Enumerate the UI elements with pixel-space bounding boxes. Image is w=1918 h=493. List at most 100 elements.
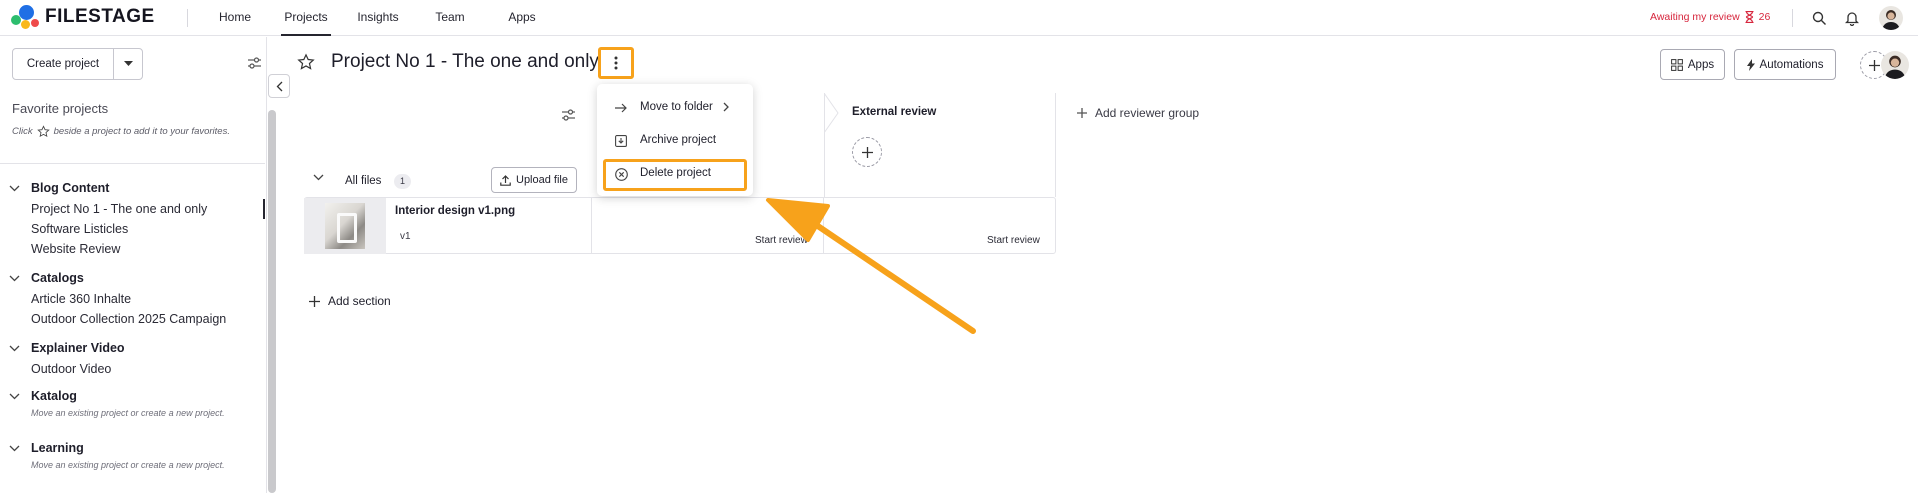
folder-learning: Learning Move an existing project or cre… <box>0 441 265 470</box>
sidebar-filter-icon[interactable] <box>247 56 263 72</box>
add-reviewer-button[interactable] <box>852 137 882 167</box>
add-section-label: Add section <box>328 294 391 308</box>
add-reviewer-group-button[interactable]: Add reviewer group <box>1077 106 1199 120</box>
top-divider <box>1792 9 1793 27</box>
project-title: Project No 1 - The one and only <box>331 51 599 72</box>
search-icon[interactable] <box>1810 9 1828 27</box>
archive-icon <box>614 134 628 148</box>
sidebar-project-item[interactable]: Outdoor Video <box>0 359 265 379</box>
add-reviewer-group-label: Add reviewer group <box>1095 106 1200 120</box>
collapse-sidebar-button[interactable] <box>268 74 290 98</box>
star-outline-icon <box>36 125 50 138</box>
folder-name: Blog Content <box>31 181 110 195</box>
logo-mark-icon <box>11 3 43 31</box>
section-file-count: 1 <box>394 174 411 189</box>
collaborator-avatar[interactable] <box>1881 51 1909 79</box>
plus-icon <box>861 146 873 158</box>
favorite-star-icon[interactable] <box>297 53 315 74</box>
sidebar-scrollbar[interactable] <box>268 110 276 493</box>
file-version[interactable]: v1 <box>400 231 411 242</box>
hourglass-icon <box>1745 11 1754 23</box>
nav-projects[interactable]: Projects <box>281 0 331 36</box>
plus-icon <box>309 295 320 307</box>
project-sidebar: Create project Favorite projects Click b… <box>0 37 267 493</box>
start-review-button[interactable]: Start review <box>987 235 1040 246</box>
upload-file-button[interactable]: Upload file <box>491 167 577 193</box>
nav-apps[interactable]: Apps <box>508 0 536 36</box>
folder-name: Katalog <box>31 389 77 403</box>
chevron-down-icon <box>9 185 20 192</box>
menu-item-archive-project[interactable]: Archive project <box>597 128 753 154</box>
board-filter-icon[interactable] <box>561 108 576 125</box>
menu-item-move-to-folder[interactable]: Move to folder <box>597 95 753 121</box>
sidebar-project-item[interactable]: Software Listicles <box>0 219 265 239</box>
bell-icon[interactable] <box>1843 9 1861 27</box>
arrow-right-icon <box>614 101 628 115</box>
sidebar-project-item[interactable]: Article 360 Inhalte <box>0 289 265 309</box>
start-review-button[interactable]: Start review <box>755 235 808 246</box>
grid-icon <box>1670 58 1683 71</box>
create-project-button[interactable]: Create project <box>13 49 114 79</box>
upload-icon <box>500 174 511 186</box>
create-project-dropdown[interactable] <box>114 49 142 79</box>
empty-folder-hint: Move an existing project or create a new… <box>31 408 225 418</box>
favorites-hint: Click beside a project to add it to your… <box>12 125 230 138</box>
lightning-icon <box>1746 58 1755 71</box>
column-chevron-divider <box>824 93 839 134</box>
automations-button[interactable]: Automations <box>1734 49 1836 80</box>
awaiting-count: 26 <box>1758 11 1771 23</box>
folder-header[interactable]: Explainer Video <box>0 341 265 357</box>
apps-button[interactable]: Apps <box>1660 49 1725 80</box>
automations-button-label: Automations <box>1759 58 1824 71</box>
folder-katalog: Katalog Move an existing project or crea… <box>0 389 265 418</box>
file-name[interactable]: Interior design v1.png <box>395 205 515 217</box>
brand-name: FILESTAGE <box>45 6 155 27</box>
project-options-button[interactable] <box>598 47 634 79</box>
folder-header[interactable]: Katalog <box>0 389 265 405</box>
sidebar-divider <box>0 163 265 164</box>
plus-icon <box>1077 108 1087 118</box>
folder-header[interactable]: Learning <box>0 441 265 457</box>
chevron-left-icon <box>276 81 282 91</box>
chevron-down-icon <box>9 345 20 352</box>
column-divider <box>1055 93 1056 197</box>
sidebar-project-item[interactable]: Project No 1 - The one and only <box>0 199 265 219</box>
upload-file-label: Upload file <box>516 174 568 186</box>
file-thumbnail-image <box>325 203 365 249</box>
folder-catalogs: Catalogs Article 360 Inhalte Outdoor Col… <box>0 271 265 329</box>
plus-icon <box>1868 59 1880 71</box>
folder-name: Explainer Video <box>31 341 125 355</box>
chevron-down-icon <box>9 445 20 452</box>
sidebar-project-item[interactable]: Outdoor Collection 2025 Campaign <box>0 309 265 329</box>
awaiting-my-review-link[interactable]: Awaiting my review 26 <box>1650 11 1770 23</box>
top-navigation-bar: FILESTAGE Home Projects Insights Team Ap… <box>0 0 1918 36</box>
section-name: All files <box>345 175 382 187</box>
nav-home[interactable]: Home <box>216 0 254 36</box>
add-section-button[interactable]: Add section <box>309 294 391 308</box>
nav-divider <box>187 9 188 27</box>
apps-button-label: Apps <box>1687 58 1715 71</box>
chevron-down-icon <box>313 174 324 181</box>
folder-explainer-video: Explainer Video Outdoor Video <box>0 341 265 379</box>
section-collapse-toggle[interactable] <box>313 174 324 181</box>
column-divider <box>591 197 592 254</box>
folder-header[interactable]: Catalogs <box>0 271 265 287</box>
create-project-split-button: Create project <box>12 48 143 80</box>
sidebar-project-item[interactable]: Website Review <box>0 239 265 259</box>
awaiting-label: Awaiting my review <box>1650 11 1740 23</box>
user-avatar[interactable] <box>1879 6 1903 30</box>
more-vertical-icon <box>614 56 618 70</box>
caret-down-icon <box>123 61 133 66</box>
nav-insights[interactable]: Insights <box>356 0 400 36</box>
filestage-logo[interactable]: FILESTAGE <box>11 3 155 31</box>
file-thumbnail[interactable] <box>304 198 386 254</box>
favorite-projects-heading: Favorite projects <box>12 101 109 116</box>
folder-header[interactable]: Blog Content <box>0 181 265 197</box>
chevron-down-icon <box>9 275 20 282</box>
folder-name: Catalogs <box>31 271 84 285</box>
delete-project-highlight <box>603 159 747 191</box>
column-divider <box>823 197 824 254</box>
chevron-right-icon <box>723 102 729 115</box>
nav-team[interactable]: Team <box>435 0 465 36</box>
folder-blog-content: Blog Content Project No 1 - The one and … <box>0 181 265 259</box>
